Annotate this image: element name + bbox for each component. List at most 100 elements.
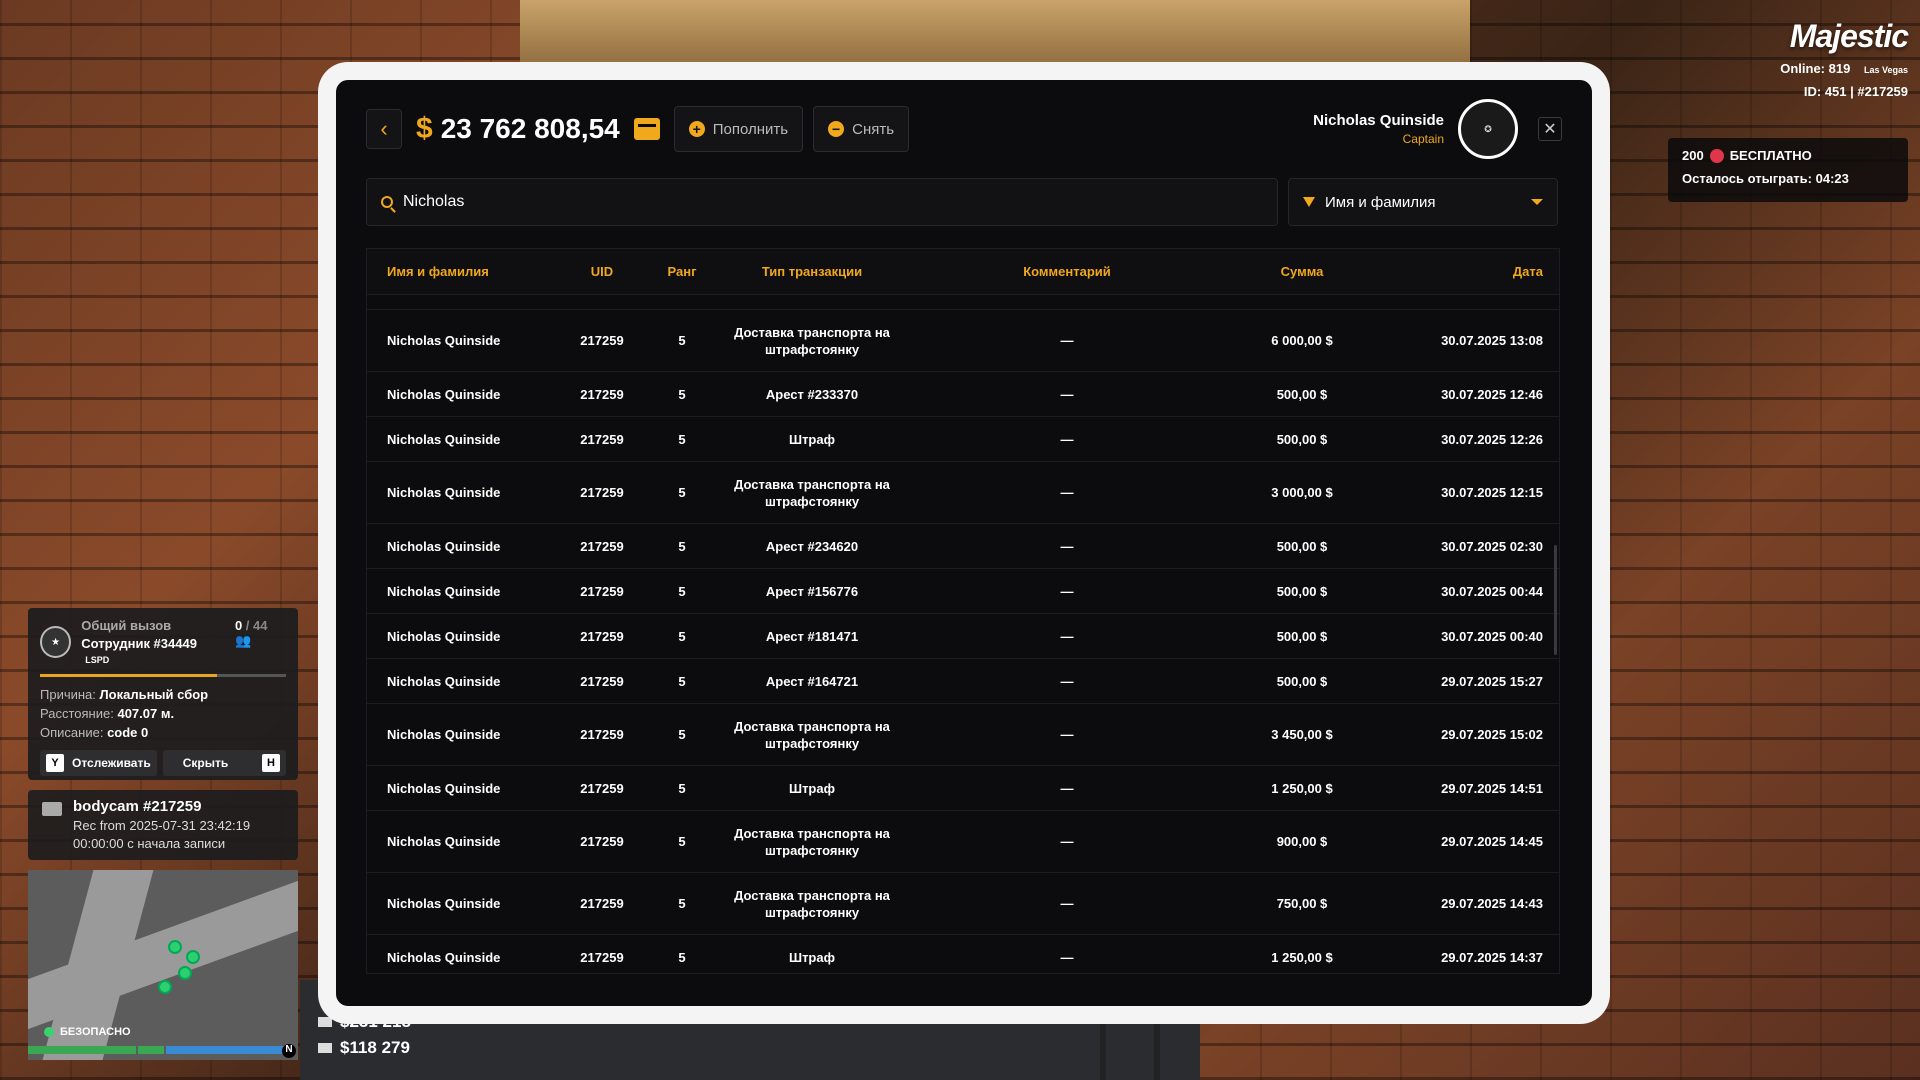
chevron-down-icon bbox=[1531, 199, 1543, 205]
cell-sum: 500,00 $ bbox=[1276, 386, 1328, 402]
column-header-sum[interactable]: Сумма bbox=[1227, 264, 1377, 279]
table-row: Nicholas Quinside 217259 5 Штраф — 1 250,00 $… bbox=[367, 766, 1559, 811]
key-hint: H bbox=[262, 754, 280, 772]
map-marker-icon bbox=[158, 980, 172, 994]
table-header: Имя и фамилия UID Ранг Тип транзакции Ко… bbox=[367, 249, 1559, 295]
server-name: Las Vegas bbox=[1863, 65, 1908, 75]
cell-comment: — bbox=[1060, 628, 1074, 644]
cell-comment: — bbox=[1060, 333, 1074, 348]
cell-rank: 5 bbox=[678, 386, 686, 402]
call-reason: Причина: Локальный сбор bbox=[40, 687, 209, 702]
cell-date: 29.07.2025 14:45 bbox=[1441, 834, 1543, 849]
table-row: Nicholas Quinside 217259 5 Арест #156776 — 50… bbox=[367, 569, 1559, 614]
cell-sum: 6 000,00 $ bbox=[1271, 333, 1333, 348]
table-row: Nicholas Quinside 217259 5 Доставка транспо… bbox=[367, 704, 1559, 766]
cell-type: Арест #233370 bbox=[765, 386, 859, 402]
background-window bbox=[520, 0, 1470, 70]
cell-type: Штраф bbox=[789, 431, 835, 447]
cell-date: 30.07.2025 13:08 bbox=[1441, 333, 1543, 348]
cell-sum: 3 450,00 $ bbox=[1271, 727, 1333, 742]
column-header-date[interactable]: Дата bbox=[1377, 264, 1559, 279]
currency-symbol: $ bbox=[416, 112, 433, 145]
hide-button[interactable]: Скрыть H bbox=[162, 750, 286, 776]
transactions-table: Имя и фамилия UID Ранг Тип транзакции Ко… bbox=[366, 248, 1560, 974]
cell-rank: 5 bbox=[678, 727, 686, 742]
cell-uid: 217259 bbox=[580, 896, 624, 911]
cell-rank: 5 bbox=[678, 485, 686, 500]
cell-comment: — bbox=[1060, 834, 1074, 849]
bodycam-rec: Rec from 2025-07-31 23:42:19 bbox=[73, 818, 251, 833]
server-hud: Majestic Online: 819 Las Vegas ID: 451 |… bbox=[1780, 18, 1909, 99]
withdraw-button[interactable]: − Снять bbox=[813, 106, 910, 152]
deposit-button[interactable]: + Пополнить bbox=[673, 106, 804, 152]
department-seal-icon: ✪ bbox=[1458, 99, 1518, 159]
balance: $ 23 762 808,54 bbox=[416, 112, 660, 146]
key-hint: Y bbox=[46, 754, 64, 772]
cell-sum: 3 000,00 $ bbox=[1271, 485, 1333, 500]
cell-rank: 5 bbox=[678, 628, 686, 644]
user-name: Nicholas Quinside bbox=[1313, 112, 1444, 129]
close-icon: ✕ bbox=[1543, 121, 1557, 138]
promo-timer: Осталось отыграть: 04:23 bbox=[1682, 171, 1849, 186]
cell-rank: 5 bbox=[678, 896, 686, 911]
back-button[interactable]: ‹ bbox=[366, 109, 402, 149]
cell-rank: 5 bbox=[678, 949, 686, 965]
promo-panel: 200 БЕСПЛАТНО Осталось отыграть: 04:23 bbox=[1668, 138, 1908, 202]
cell-date: 30.07.2025 12:46 bbox=[1441, 386, 1543, 402]
cell-date: 30.07.2025 12:26 bbox=[1441, 431, 1543, 447]
bodycam-panel: bodycam #217259 Rec from 2025-07-31 23:4… bbox=[28, 790, 298, 860]
table-body[interactable]: Nicholas Quinside 217259 5 штрафстоянку — 750… bbox=[367, 295, 1559, 973]
coin-icon bbox=[1709, 148, 1724, 163]
cell-comment: — bbox=[1060, 485, 1074, 500]
user-rank: Captain bbox=[1402, 132, 1444, 146]
cell-sum: 500,00 $ bbox=[1276, 583, 1328, 599]
close-button[interactable]: ✕ bbox=[1538, 117, 1562, 141]
column-header-rank[interactable]: Ранг bbox=[647, 264, 717, 279]
cell-sum: 500,00 $ bbox=[1276, 673, 1328, 689]
search-input[interactable]: Nicholas bbox=[366, 178, 1278, 226]
cell-uid: 217259 bbox=[580, 583, 624, 599]
call-description: Описание: code 0 bbox=[40, 725, 149, 740]
table-row: Nicholas Quinside 217259 5 Доставка транспо… bbox=[367, 873, 1559, 935]
cell-name: Nicholas Quinside bbox=[387, 780, 501, 796]
cell-date: 29.07.2025 15:27 bbox=[1441, 673, 1543, 689]
search-value: Nicholas bbox=[403, 193, 465, 210]
cell-rank: 5 bbox=[678, 431, 686, 447]
column-header-type[interactable]: Тип транзакции bbox=[717, 263, 907, 280]
column-header-comment[interactable]: Комментарий bbox=[907, 264, 1227, 279]
call-title: Общий вызов bbox=[81, 618, 172, 633]
map-marker-icon bbox=[186, 950, 200, 964]
column-header-name[interactable]: Имя и фамилия bbox=[367, 264, 557, 279]
compass-north: N bbox=[282, 1044, 296, 1058]
cell-name: Nicholas Quinside bbox=[387, 834, 501, 849]
cell-name: Nicholas Quinside bbox=[387, 538, 501, 554]
player-id: ID: 451 | #217259 bbox=[1803, 84, 1908, 99]
cell-uid: 217259 bbox=[580, 431, 624, 447]
cell-type: Арест #181471 bbox=[765, 628, 859, 644]
cell-sum: 1 250,00 $ bbox=[1271, 949, 1333, 965]
filter-icon bbox=[1303, 197, 1315, 207]
cell-date: 30.07.2025 12:15 bbox=[1441, 485, 1543, 500]
cell-uid: 217259 bbox=[580, 727, 624, 742]
call-employee: Сотрудник #34449 LSPD bbox=[81, 636, 197, 665]
cell-rank: 5 bbox=[678, 673, 686, 689]
filter-dropdown[interactable]: Имя и фамилия bbox=[1288, 178, 1558, 226]
call-counter: 0 / 44 👥 bbox=[234, 618, 268, 648]
cell-type: Доставка транспорта на штрафстоянку bbox=[734, 324, 890, 357]
search-icon bbox=[381, 196, 393, 208]
track-button[interactable]: Y Отслеживать bbox=[40, 750, 157, 776]
cell-sum: 1 250,00 $ bbox=[1271, 780, 1333, 796]
column-header-uid[interactable]: UID bbox=[557, 264, 647, 279]
scrollbar[interactable] bbox=[1554, 545, 1557, 655]
cell-rank: 5 bbox=[678, 780, 686, 796]
table-row: Nicholas Quinside 217259 5 Арест #164721 — 50… bbox=[367, 659, 1559, 704]
chevron-left-icon: ‹ bbox=[380, 116, 388, 141]
map-marker-icon bbox=[178, 966, 192, 980]
tablet-screen: ‹ $ 23 762 808,54 + Пополнить − Снять Ni… bbox=[336, 80, 1592, 1006]
call-progress-bar bbox=[40, 674, 286, 677]
cell-type: Штраф bbox=[789, 780, 835, 796]
cell-comment: — bbox=[1060, 949, 1074, 965]
camera-icon bbox=[42, 802, 62, 816]
cell-uid: 217259 bbox=[580, 780, 624, 796]
minus-circle-icon: − bbox=[828, 121, 845, 137]
